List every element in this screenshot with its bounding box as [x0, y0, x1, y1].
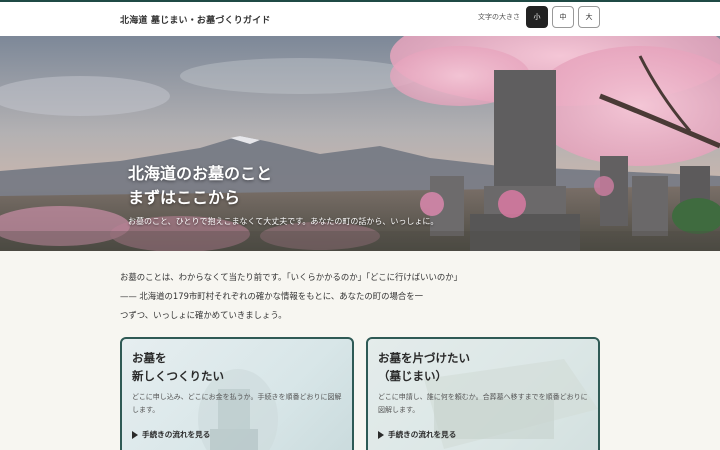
card-title: お墓を片づけたい （墓じまい） [378, 349, 470, 385]
intro-text: お墓のことは、わからなくて当たり前です。「いくらかかるのか」「どこに行けばいいの… [120, 268, 600, 325]
card-description: どこに申請し、誰に何を頼むか。合葬墓へ移すまでを順番どおりに図解します。 [378, 393, 588, 414]
card-link-label: 手続きの流れを見る [388, 430, 457, 439]
card-link[interactable]: 手続きの流れを見る [378, 429, 456, 440]
card-title-line1: お墓を片づけたい [378, 351, 470, 365]
hero-subtitle: お墓のこと、ひとりで抱えこまなくて大丈夫です。あなたの町の話から、いっしょに。 [128, 217, 439, 226]
card-title-line2: （墓じまい） [378, 369, 447, 383]
intro-line: お墓のことは、わからなくて当たり前です。「いくらかかるのか」「どこに行けばいいの… [120, 272, 463, 282]
card-link[interactable]: 手続きの流れを見る [132, 429, 210, 440]
font-size-label: 文字の大きさ [478, 13, 520, 21]
play-triangle-icon [132, 430, 138, 439]
card-title-line1: お墓を [132, 351, 167, 365]
site-header: 北海道 墓じまい・お墓づくりガイド [0, 2, 720, 36]
hero-text: 北海道のお墓のこと まずはここから お墓のこと、ひとりで抱えこまなくて大丈夫です… [128, 162, 438, 227]
card-title-line2: 新しくつくりたい [132, 369, 224, 383]
card-new-grave[interactable]: お墓を 新しくつくりたい どこに申し込み、どこにお金を払うか。手続きを順番どおり… [120, 337, 354, 450]
site-title[interactable]: 北海道 墓じまい・お墓づくりガイド [120, 13, 271, 26]
card-description: どこに申し込み、どこにお金を払うか。手続きを順番どおりに図解します。 [132, 393, 342, 414]
font-size-large-button[interactable]: 大 [578, 6, 600, 28]
hero-banner: 北海道のお墓のこと まずはここから お墓のこと、ひとりで抱えこまなくて大丈夫です… [0, 36, 720, 251]
hero-title-line1: 北海道のお墓のこと [128, 164, 273, 183]
font-size-small-button[interactable]: 小 [526, 6, 548, 28]
card-link-label: 手続きの流れを見る [142, 430, 211, 439]
intro-line: つずつ、いっしょに確かめていきましょう。 [120, 310, 287, 320]
intro-line: —— 北海道の179市町村それぞれの確かな情報をもとに、あなたの町の場合を一 [120, 291, 423, 301]
card-close-grave[interactable]: お墓を片づけたい （墓じまい） どこに申請し、誰に何を頼むか。合葬墓へ移すまでを… [366, 337, 600, 450]
card-title: お墓を 新しくつくりたい [132, 349, 224, 385]
font-size-medium-button[interactable]: 中 [552, 6, 574, 28]
play-triangle-icon [378, 430, 384, 439]
hero-title-line2: まずはここから [128, 188, 241, 207]
font-size-control: 文字の大きさ 小 中 大 [478, 6, 600, 28]
